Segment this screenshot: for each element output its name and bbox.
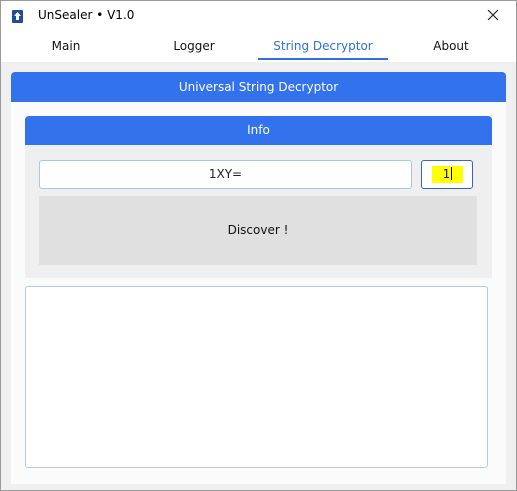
tab-logger[interactable]: Logger (139, 32, 249, 62)
app-icon (12, 10, 23, 23)
info-header: Info (25, 116, 492, 145)
tab-about-label: About (433, 39, 469, 53)
title-bar: UnSealer • V1.0 (1, 1, 516, 32)
tab-logger-label: Logger (173, 39, 215, 53)
discover-button-label: Discover ! (227, 223, 289, 237)
tab-bar: Main Logger String Decryptor About (1, 32, 516, 62)
info-group: Info 1XY= 1 Discover ! (25, 116, 492, 278)
tab-main[interactable]: Main (11, 32, 121, 62)
tab-main-label: Main (51, 39, 81, 53)
section-title: Universal String Decryptor (178, 80, 339, 94)
key-input-value: 1 (442, 167, 451, 181)
window-title: UnSealer • V1.0 (38, 8, 135, 22)
section-header: Universal String Decryptor (11, 72, 506, 102)
close-icon (487, 9, 499, 24)
text-caret (451, 167, 453, 180)
key-input-highlight: 1 (432, 166, 463, 183)
tab-content: Universal String Decryptor Info 1XY= 1 D… (1, 62, 516, 490)
tab-string-decryptor-label: String Decryptor (273, 39, 373, 53)
key-input[interactable]: 1 (421, 160, 473, 189)
decryptor-panel: Info 1XY= 1 Discover ! (11, 102, 506, 484)
info-title: Info (247, 123, 270, 137)
app-window: UnSealer • V1.0 Main Logger String Decry… (0, 0, 517, 491)
output-textarea[interactable] (25, 286, 488, 468)
string-input[interactable]: 1XY= (39, 160, 412, 189)
close-button[interactable] (470, 1, 516, 32)
string-input-value: 1XY= (208, 167, 243, 181)
tab-string-decryptor[interactable]: String Decryptor (258, 32, 388, 62)
active-tab-indicator (258, 58, 388, 60)
discover-button[interactable]: Discover ! (39, 196, 477, 265)
tab-about[interactable]: About (396, 32, 506, 62)
